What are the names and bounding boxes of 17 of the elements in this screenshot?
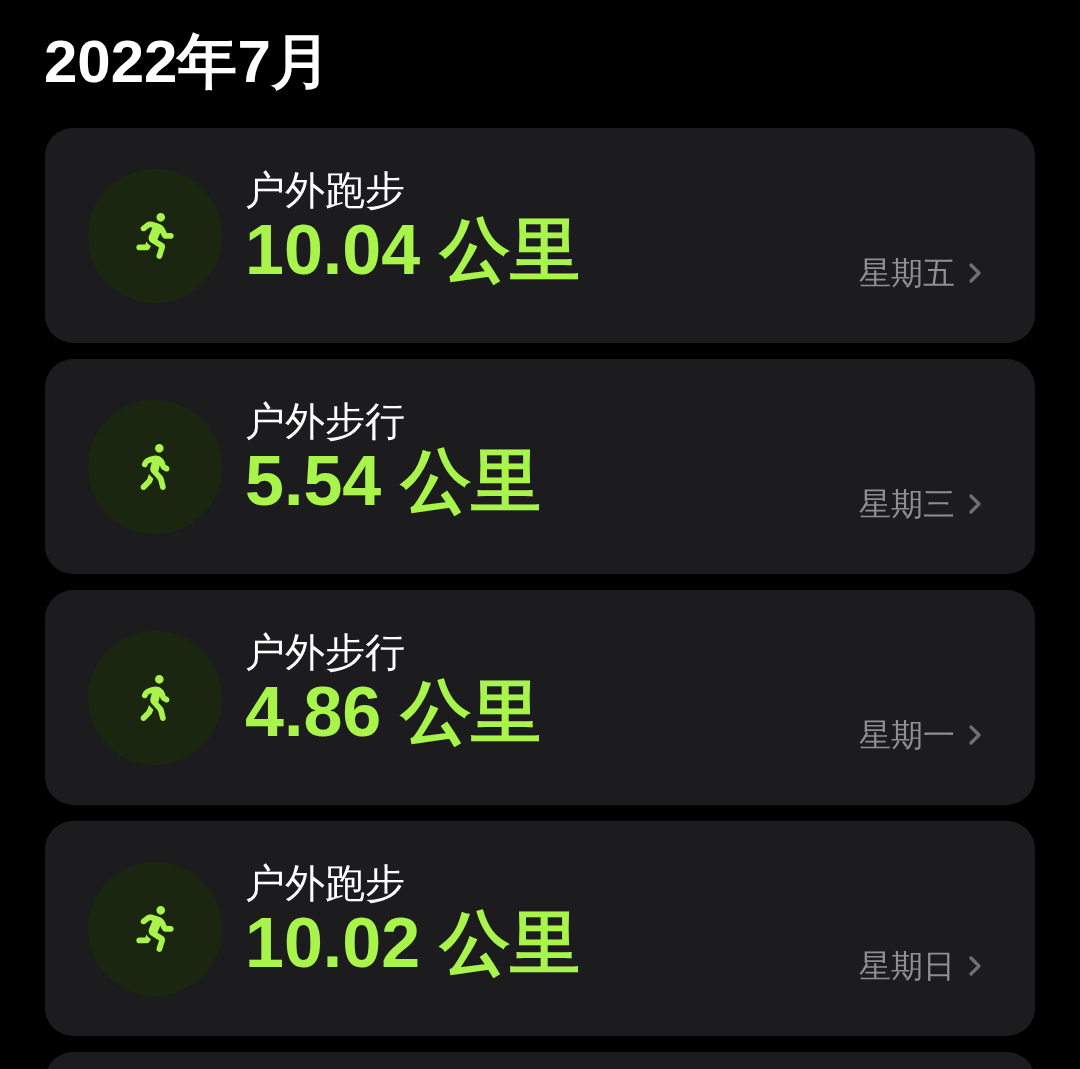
workout-day: 星期一 (859, 711, 955, 759)
workout-card[interactable]: 户外步行 5.54 公里 星期三 (45, 359, 1035, 574)
workout-distance: 4.86 公里 (245, 676, 541, 747)
workout-type: 户外跑步 (245, 166, 406, 214)
month-title: 2022年7月 (44, 32, 331, 92)
workout-day: 星期三 (859, 480, 955, 528)
workout-distance: 10.04 公里 (245, 214, 580, 285)
workout-day: 星期五 (859, 249, 955, 297)
workout-type: 户外步行 (245, 628, 406, 676)
workout-day: 星期日 (859, 942, 955, 990)
workout-type: 户外跑步 (245, 859, 406, 907)
workout-card[interactable]: 户外步行 4.86 公里 星期一 (45, 590, 1035, 805)
workout-distance: 5.54 公里 (245, 445, 541, 516)
workout-distance: 10.02 公里 (245, 907, 580, 978)
workout-card[interactable]: 户外跑步 10.04 公里 星期五 (45, 128, 1035, 343)
workout-card[interactable]: 户外跑步 10.02 公里 星期日 (45, 821, 1035, 1036)
workout-type: 户外步行 (245, 397, 406, 445)
